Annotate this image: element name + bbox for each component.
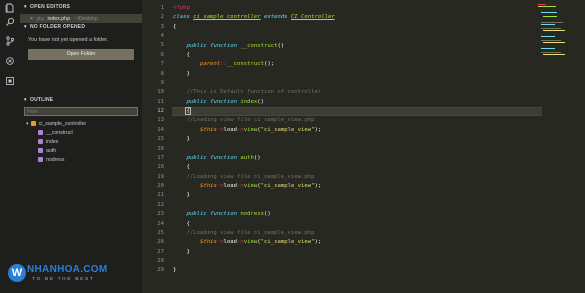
search-icon[interactable] — [5, 17, 15, 27]
code-line[interactable]: $this->load->view("ci_sample_view"); — [173, 182, 533, 191]
code-line[interactable]: } — [173, 70, 533, 79]
no-folder-message: You have not yet opened a folder. — [28, 37, 109, 43]
line-number: 8 — [160, 70, 164, 77]
code-line[interactable]: <?php — [173, 4, 533, 13]
line-number: 11 — [157, 98, 164, 105]
line-number: 4 — [160, 33, 164, 40]
line-number: 28 — [157, 257, 164, 264]
open-editor-file[interactable]: × php index.php ~/Desktop — [20, 14, 142, 23]
line-number: 24 — [157, 220, 164, 227]
line-number: 3 — [160, 23, 164, 30]
line-number: 16 — [157, 145, 164, 152]
code-line[interactable]: { — [173, 163, 533, 172]
outline-method-item[interactable]: __construct — [38, 129, 73, 137]
debug-icon[interactable] — [5, 56, 15, 66]
class-icon — [30, 120, 36, 126]
method-icon — [38, 147, 43, 153]
line-number: 15 — [157, 136, 164, 143]
outline-header[interactable]: ▾ OUTLINE — [20, 96, 142, 105]
code-line[interactable]: //Loading view file ci_sample_view.php — [173, 116, 533, 125]
outline-method-item[interactable]: index — [38, 138, 58, 146]
line-number: 2 — [160, 14, 164, 21]
code-line[interactable]: { — [173, 107, 533, 116]
code-line[interactable]: parent::__construct(); — [173, 60, 533, 69]
watermark-tagline: TO BE THE BEST — [32, 276, 95, 281]
line-number: 27 — [157, 248, 164, 255]
line-number: 26 — [157, 239, 164, 246]
no-folder-header[interactable]: ▾ NO FOLDER OPENED — [20, 23, 142, 32]
open-editors-header[interactable]: ▾ OPEN EDITORS — [20, 3, 142, 12]
line-number: 12 — [157, 108, 164, 115]
line-number: 22 — [157, 201, 164, 208]
watermark-w-icon: W — [8, 264, 26, 282]
extensions-icon[interactable] — [5, 76, 15, 86]
code-line[interactable]: public function index() — [173, 98, 533, 107]
line-number: 29 — [157, 267, 164, 274]
line-number: 1 — [160, 5, 164, 11]
outline-filter-input[interactable] — [24, 107, 138, 116]
line-number: 10 — [157, 89, 164, 96]
outline-method-item[interactable]: auth — [38, 147, 56, 155]
outline-class-item[interactable]: ▾ ci_sample_controller — [26, 120, 86, 128]
close-icon[interactable]: × — [30, 16, 33, 22]
code-line[interactable]: $this->load->view("ci_sample_view"); — [173, 238, 533, 247]
code-line[interactable]: { — [173, 220, 533, 229]
outline-method-item[interactable]: nodress — [38, 156, 64, 164]
code-line[interactable]: //This is Default function of controller — [173, 88, 533, 97]
line-number: 17 — [157, 154, 164, 161]
code-line[interactable]: $this->load->view("ci_sample_view"); — [173, 126, 533, 135]
sidebar: ▾ OPEN EDITORS × php index.php ~/Desktop … — [20, 0, 142, 293]
chevron-down-icon: ▾ — [26, 121, 29, 127]
files-icon[interactable] — [5, 3, 15, 13]
code-line[interactable]: public function __construct() — [173, 42, 533, 51]
line-number: 20 — [157, 183, 164, 190]
line-number: 13 — [157, 117, 164, 124]
watermark-name: NHANHOA.COM — [27, 264, 108, 275]
code-line[interactable]: class ci_sample_controller extends CI_Co… — [173, 13, 533, 22]
open-folder-button[interactable]: Open Folder — [28, 49, 134, 60]
line-number: 19 — [157, 173, 164, 180]
activity-bar — [0, 0, 20, 293]
minimap[interactable] — [538, 4, 582, 64]
code-line[interactable]: { — [173, 23, 533, 32]
code-line[interactable]: } — [173, 248, 533, 257]
line-number: 23 — [157, 211, 164, 218]
line-number: 18 — [157, 164, 164, 171]
line-number: 25 — [157, 229, 164, 236]
code-line[interactable]: public function nodress() — [173, 210, 533, 219]
method-icon — [38, 138, 43, 144]
source-control-icon[interactable] — [5, 36, 15, 46]
line-number: 6 — [160, 51, 164, 58]
line-number: 21 — [157, 192, 164, 199]
code-line[interactable]: } — [173, 135, 533, 144]
php-file-icon: php — [36, 16, 44, 21]
open-editor-file-name: index.php — [47, 16, 70, 22]
method-icon — [38, 156, 43, 162]
line-number: 9 — [160, 79, 164, 86]
code-line[interactable]: { — [173, 51, 533, 60]
line-number: 7 — [160, 61, 164, 68]
code-line[interactable]: } — [173, 266, 533, 275]
open-editor-file-path: ~/Desktop — [74, 16, 98, 22]
code-line[interactable]: //Loading view file ci_sample_view.php — [173, 173, 533, 182]
line-number: 14 — [157, 126, 164, 133]
code-line[interactable]: } — [173, 191, 533, 200]
watermark-logo: W NHANHOA.COM TO BE THE BEST — [8, 262, 118, 288]
code-line[interactable]: //Loading view file ci_sample_view.php — [173, 229, 533, 238]
method-icon — [38, 129, 43, 135]
code-editor[interactable]: 1 2 3 4 5 6 7 8 9 10 11 12 13 14 15 16 17 18 19 20 21 22 23 24 2… — [142, 0, 585, 293]
code-line[interactable]: public function auth() — [173, 154, 533, 163]
line-number: 5 — [160, 42, 164, 49]
